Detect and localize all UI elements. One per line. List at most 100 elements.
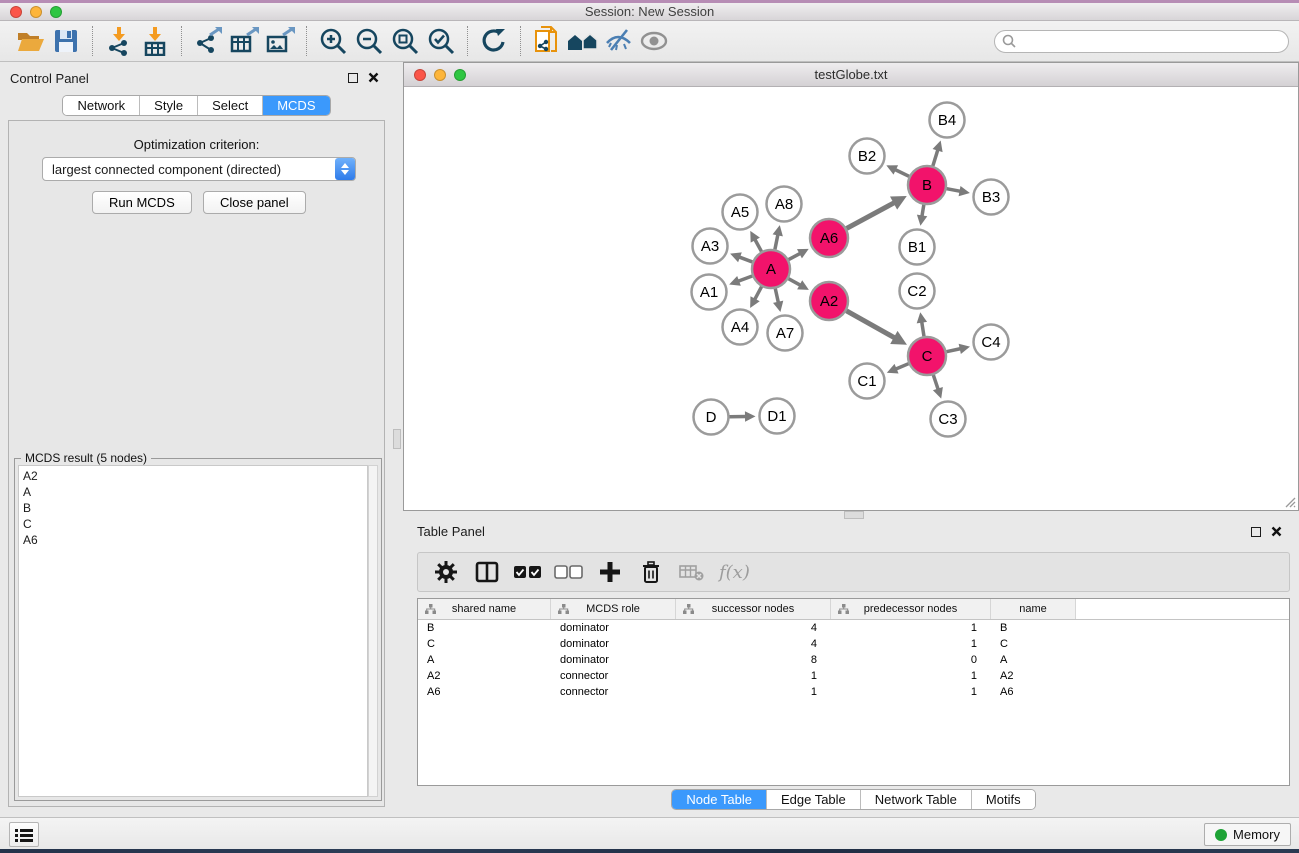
graph-edge-A-A6[interactable]: [789, 253, 801, 259]
tab-mcds[interactable]: MCDS: [263, 96, 329, 115]
refresh-icon[interactable]: [476, 25, 512, 57]
export-table-icon[interactable]: [226, 25, 262, 57]
table-cell[interactable]: B: [418, 622, 551, 634]
table-row[interactable]: A2connector11A2: [418, 668, 1289, 684]
select-all-icon[interactable]: [512, 557, 544, 587]
gear-icon[interactable]: [430, 557, 462, 587]
graph-edge-C-C4[interactable]: [947, 349, 961, 352]
show-all-icon[interactable]: [637, 25, 673, 57]
table-cell[interactable]: A: [991, 654, 1076, 666]
table-cell[interactable]: connector: [551, 670, 676, 682]
graph-edge-B-B1[interactable]: [922, 205, 924, 217]
table-cell[interactable]: 1: [831, 622, 991, 634]
first-neighbors-icon[interactable]: [565, 25, 601, 57]
zoom-selected-icon[interactable]: [423, 25, 459, 57]
close-table-panel-icon[interactable]: [1271, 526, 1282, 537]
table-row[interactable]: A6connector11A6: [418, 684, 1289, 700]
table-cell[interactable]: dominator: [551, 654, 676, 666]
vertical-splitter-handle[interactable]: [393, 429, 401, 449]
tab-edge-table[interactable]: Edge Table: [767, 790, 861, 809]
export-network-icon[interactable]: [190, 25, 226, 57]
graph-edge-C-C1[interactable]: [896, 364, 909, 369]
column-header-shared-name[interactable]: shared name: [418, 599, 551, 619]
table-cell[interactable]: 4: [676, 638, 831, 650]
graph-edge-A-A8[interactable]: [775, 234, 778, 249]
graph-edge-A-A1[interactable]: [738, 276, 752, 281]
network-window-titlebar[interactable]: testGlobe.txt: [404, 63, 1298, 87]
result-item[interactable]: A: [23, 484, 367, 500]
close-panel-icon[interactable]: [368, 72, 379, 83]
save-session-icon[interactable]: [48, 25, 84, 57]
graph-edge-A-A3[interactable]: [739, 257, 752, 262]
column-header-name[interactable]: name: [991, 599, 1076, 619]
graph-edge-C-C3[interactable]: [933, 375, 938, 390]
zoom-in-icon[interactable]: [315, 25, 351, 57]
table-cell[interactable]: dominator: [551, 622, 676, 634]
column-view-icon[interactable]: [471, 557, 503, 587]
search-field[interactable]: [994, 30, 1289, 53]
export-image-icon[interactable]: [262, 25, 298, 57]
table-row[interactable]: Cdominator41C: [418, 636, 1289, 652]
delete-column-icon[interactable]: [635, 557, 667, 587]
task-history-button[interactable]: [9, 822, 39, 847]
table-row[interactable]: Bdominator41B: [418, 620, 1289, 636]
graph-edge-C-C2[interactable]: [922, 322, 924, 337]
tab-network[interactable]: Network: [63, 96, 140, 115]
hide-selected-icon[interactable]: [601, 25, 637, 57]
resize-grip-icon[interactable]: [1282, 494, 1296, 508]
horizontal-splitter-handle[interactable]: [844, 511, 864, 519]
graph-edge-A-A2[interactable]: [789, 279, 801, 286]
table-cell[interactable]: C: [418, 638, 551, 650]
result-list-scrollbar[interactable]: [368, 465, 378, 797]
import-table-icon[interactable]: [137, 25, 173, 57]
column-header-MCDS-role[interactable]: MCDS role: [551, 599, 676, 619]
tab-node-table[interactable]: Node Table: [672, 790, 767, 809]
float-table-panel-icon[interactable]: [1251, 527, 1261, 537]
new-network-from-selection-icon[interactable]: [529, 25, 565, 57]
graph-edge-A2-C[interactable]: [846, 311, 894, 338]
table-cell[interactable]: 1: [831, 670, 991, 682]
graph-edge-B-B2[interactable]: [895, 169, 909, 176]
float-panel-icon[interactable]: [348, 73, 358, 83]
graph-edge-A6-B[interactable]: [847, 203, 895, 229]
table-cell[interactable]: 1: [676, 686, 831, 698]
table-row[interactable]: Adominator80A: [418, 652, 1289, 668]
add-column-icon[interactable]: [594, 557, 626, 587]
mcds-result-list[interactable]: A2ABCA6: [18, 465, 368, 797]
table-cell[interactable]: 1: [831, 686, 991, 698]
tab-select[interactable]: Select: [198, 96, 263, 115]
table-cell[interactable]: A2: [991, 670, 1076, 682]
table-cell[interactable]: C: [991, 638, 1076, 650]
table-cell[interactable]: 8: [676, 654, 831, 666]
table-cell[interactable]: A2: [418, 670, 551, 682]
run-mcds-button[interactable]: Run MCDS: [92, 191, 192, 214]
criterion-dropdown[interactable]: largest connected component (directed): [42, 157, 356, 181]
table-cell[interactable]: A6: [418, 686, 551, 698]
result-item[interactable]: A2: [23, 468, 367, 484]
graph-edge-A-A5[interactable]: [755, 239, 762, 251]
result-item[interactable]: C: [23, 516, 367, 532]
close-panel-button[interactable]: Close panel: [203, 191, 306, 214]
zoom-fit-icon[interactable]: [387, 25, 423, 57]
graph-edge-A-A7[interactable]: [775, 289, 778, 303]
tab-style[interactable]: Style: [140, 96, 198, 115]
result-item[interactable]: B: [23, 500, 367, 516]
table-cell[interactable]: A6: [991, 686, 1076, 698]
graph-edge-A-A4[interactable]: [755, 287, 762, 300]
column-header-successor-nodes[interactable]: successor nodes: [676, 599, 831, 619]
table-cell[interactable]: 1: [676, 670, 831, 682]
table-cell[interactable]: 0: [831, 654, 991, 666]
result-item[interactable]: A6: [23, 532, 367, 548]
table-cell[interactable]: connector: [551, 686, 676, 698]
open-file-icon[interactable]: [12, 25, 48, 57]
table-cell[interactable]: B: [991, 622, 1076, 634]
import-network-icon[interactable]: [101, 25, 137, 57]
table-cell[interactable]: dominator: [551, 638, 676, 650]
column-header-predecessor-nodes[interactable]: predecessor nodes: [831, 599, 991, 619]
tab-network-table[interactable]: Network Table: [861, 790, 972, 809]
deselect-all-icon[interactable]: [553, 557, 585, 587]
graph-edge-B-B4[interactable]: [933, 150, 938, 166]
tab-motifs[interactable]: Motifs: [972, 790, 1035, 809]
table-cell[interactable]: 4: [676, 622, 831, 634]
zoom-out-icon[interactable]: [351, 25, 387, 57]
